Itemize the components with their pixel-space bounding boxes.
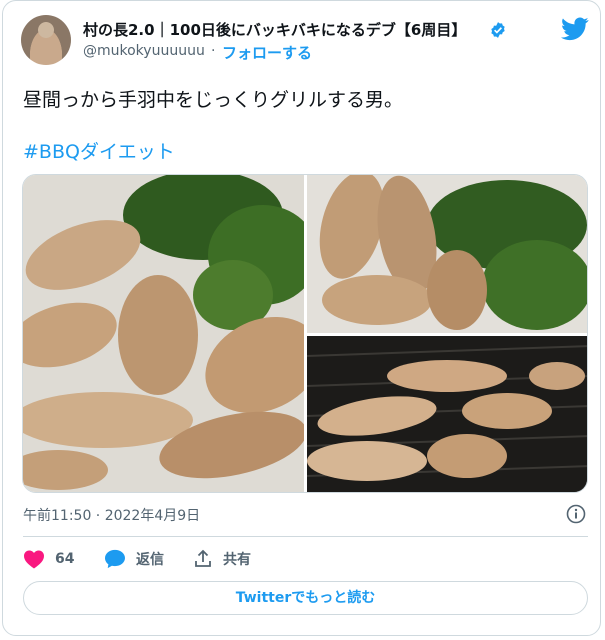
author-handle[interactable]: @mukokyuuuuuu xyxy=(83,43,205,59)
photo-chicken-wings-closeup[interactable] xyxy=(307,175,587,333)
read-more-button[interactable]: Twitterでもっと読む xyxy=(23,581,588,615)
like-count: 64 xyxy=(55,551,75,567)
tweet-timestamp[interactable]: 午前11:50 · 2022年4月9日 xyxy=(23,505,200,525)
photo-chicken-wings-on-grill[interactable] xyxy=(307,336,587,492)
share-icon xyxy=(195,549,211,567)
hashtag-link[interactable]: #BBQダイエット xyxy=(23,137,175,164)
reply-button[interactable]: 返信 xyxy=(104,547,164,571)
info-icon[interactable] xyxy=(566,504,586,524)
author-display-name[interactable]: 村の長2.0｜100日後にバッキバキになるデブ【6周目】 xyxy=(83,19,466,40)
like-button[interactable]: 64 xyxy=(23,547,74,571)
speech-bubble-icon xyxy=(105,549,125,569)
heart-icon xyxy=(24,550,44,569)
share-label: 共有 xyxy=(223,552,251,568)
divider xyxy=(23,536,588,537)
share-button[interactable]: 共有 xyxy=(193,547,251,571)
reply-label: 返信 xyxy=(136,552,164,568)
verified-badge-icon xyxy=(491,22,505,38)
tweet-card: 村の長2.0｜100日後にバッキバキになるデブ【6周目】 @mukokyuuuu… xyxy=(2,0,601,636)
photo-chicken-wings-broccoli-plate[interactable] xyxy=(23,175,304,492)
avatar[interactable] xyxy=(21,15,71,65)
media-grid xyxy=(22,174,588,493)
follow-button[interactable]: フォローする xyxy=(222,42,312,63)
tweet-text: 昼間っから手羽中をじっくりグリルする男。 xyxy=(23,89,404,111)
twitter-bird-icon[interactable] xyxy=(561,17,589,41)
handle-separator: · xyxy=(211,43,216,59)
